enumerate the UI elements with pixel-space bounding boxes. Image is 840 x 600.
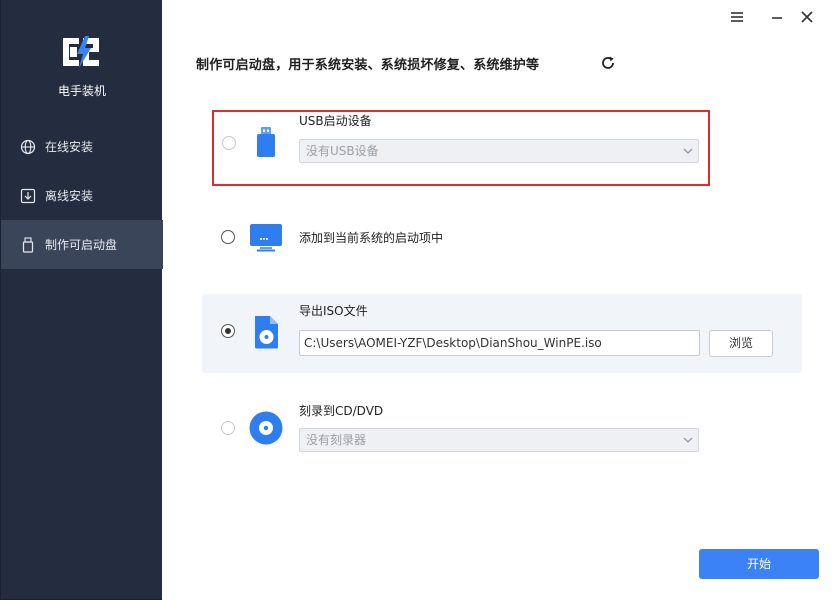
burner-select-value: 没有刻录器 [306,433,367,447]
sidebar-item-label: 离线安装 [45,189,94,203]
option-usb: USB启动设备 没有USB设备 [202,106,802,186]
iso-path-input[interactable]: C:\Users\AOMEI-YZF\Desktop\DianShou_WinP… [299,330,700,356]
option-cd-label: 刻录到CD/DVD [299,404,384,418]
sidebar-item-label: 在线安装 [45,140,94,154]
option-cd: 刻录到CD/DVD 没有刻录器 [202,394,802,464]
close-icon [801,11,813,23]
close-button[interactable] [797,7,817,27]
radio-iso[interactable] [221,324,235,338]
radio-cd[interactable] [221,421,235,435]
browse-button[interactable]: 浏览 [709,330,773,357]
chevron-down-icon [683,148,693,154]
radio-boot-entry[interactable] [221,230,235,244]
option-boot-entry-label: 添加到当前系统的启动项中 [299,231,444,245]
radio-usb[interactable] [222,136,236,150]
sidebar-item-label: 制作可启动盘 [45,238,118,252]
usb-drive-icon [20,236,36,253]
globe-icon [20,139,36,155]
usb-stick-icon [257,127,275,157]
monitor-icon [250,224,282,252]
burner-select[interactable]: 没有刻录器 [299,428,699,452]
chevron-down-icon [683,437,693,443]
sidebar-item-online-install[interactable]: 在线安装 [1,122,163,171]
disc-icon [249,411,283,445]
option-iso-label: 导出ISO文件 [299,304,368,318]
download-icon [20,188,36,204]
minimize-button[interactable] [767,7,787,27]
minimize-icon [772,17,782,19]
option-boot-entry: 添加到当前系统的启动项中 [202,210,802,266]
sidebar-item-make-bootable[interactable]: 制作可启动盘 [1,220,163,269]
refresh-icon[interactable] [600,55,616,71]
iso-file-icon [255,316,278,349]
app-name: 电手装机 [57,84,106,98]
page-title: 制作可启动盘，用于系统安装、系统损坏修复、系统维护等 [196,58,540,73]
option-iso: 导出ISO文件 C:\Users\AOMEI-YZF\Desktop\DianS… [202,294,802,373]
sidebar: 电手装机 在线安装 离线安装 制作可启动盘 [0,0,163,600]
menu-button[interactable] [727,7,747,27]
app-logo-icon [63,36,99,68]
sidebar-item-offline-install[interactable]: 离线安装 [1,171,163,220]
sidebar-nav: 在线安装 离线安装 制作可启动盘 [1,122,163,269]
usb-device-select-value: 没有USB设备 [306,144,379,158]
usb-device-select[interactable]: 没有USB设备 [299,139,699,163]
menu-icon [731,12,743,22]
start-button[interactable]: 开始 [699,549,819,579]
option-usb-label: USB启动设备 [299,114,372,128]
